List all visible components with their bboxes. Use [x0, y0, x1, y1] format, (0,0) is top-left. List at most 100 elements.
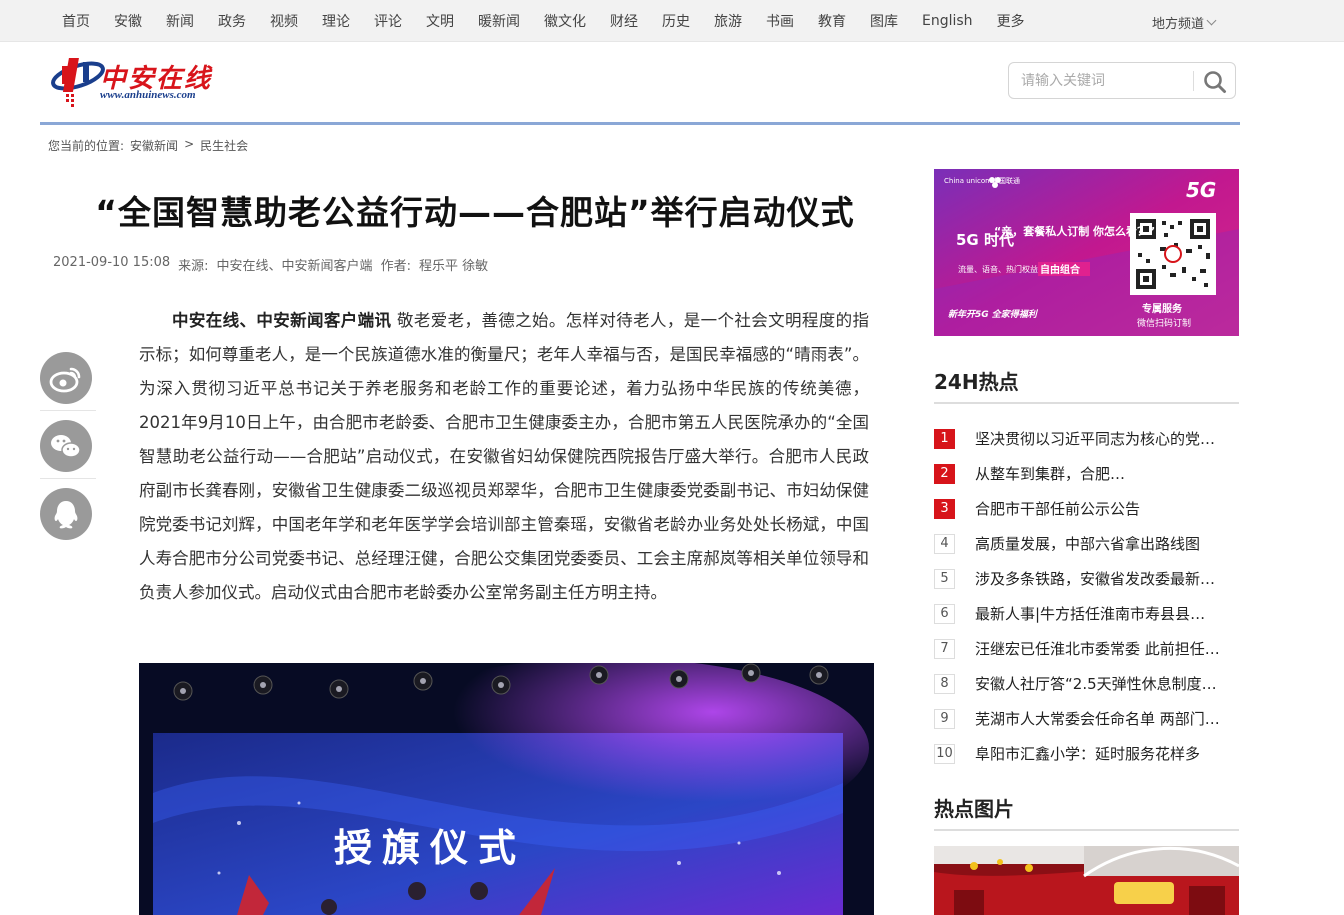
article-author: 程乐平 徐敏: [418, 259, 489, 274]
nav-item-4[interactable]: 视频: [258, 11, 310, 31]
hot24-rank-badge: 9: [934, 708, 955, 729]
hot24-item-title[interactable]: 高质量发展，中部六省拿出路线图: [975, 533, 1220, 554]
breadcrumb-anhui-news[interactable]: 安徽新闻: [130, 137, 178, 154]
article-photo: 授旗仪式: [139, 663, 874, 915]
article-meta: 2021-09-10 15:08 来源: 中安在线、中安新闻客户端 作者: 程乐…: [53, 255, 488, 274]
hot24-item-title[interactable]: 芜湖市人大常委会任命名单 两部门负责人: [975, 708, 1220, 729]
weibo-icon: [49, 367, 81, 393]
search-divider: [1193, 71, 1194, 91]
hot24-rank-badge: 6: [934, 603, 955, 624]
share-separator: [40, 410, 96, 411]
hot24-list: 1 坚决贯彻以习近平同志为核心的党中央决策部署 2 从整车到集群，合肥… 3 合肥市干部任…: [934, 421, 1239, 771]
nav-item-13[interactable]: 书画: [754, 11, 806, 31]
hot24-item-title[interactable]: 从整车到集群，合肥…: [975, 463, 1220, 484]
hot24-item[interactable]: 7 汪继宏已任淮北市委常委 此前担任职务: [934, 631, 1239, 666]
nav-item-15[interactable]: 图库: [858, 11, 910, 31]
nav-item-2[interactable]: 新闻: [154, 11, 206, 31]
header-divider: [40, 122, 1240, 125]
ad-scan: 微信扫码订制: [1137, 317, 1191, 329]
nav-item-0[interactable]: 首页: [50, 11, 102, 31]
breadcrumb-livelihood[interactable]: 民生社会: [200, 137, 248, 154]
ad-5g-badge: 5G: [1186, 178, 1216, 202]
hot24-item-title[interactable]: 汪继宏已任淮北市委常委 此前担任职务: [975, 638, 1220, 659]
hot24-item[interactable]: 5 涉及多条铁路，安徽省发改委最新回复: [934, 561, 1239, 596]
hot24-rule: [934, 402, 1239, 404]
nav-item-3[interactable]: 政务: [206, 11, 258, 31]
article-body: 中安在线、中安新闻客户端讯 敬老爱老，善德之始。怎样对待老人，是一个社会文明程度…: [139, 304, 869, 610]
photo-banner-text: 授旗仪式: [334, 826, 526, 870]
hot24-rank-badge: 7: [934, 638, 955, 659]
ad-headline: “亲，套餐私人订制 你怎么看？”: [994, 224, 1155, 238]
article-title: “全国智慧助老公益行动——合肥站”举行启动仪式: [95, 193, 855, 232]
hot24-rank-badge: 8: [934, 673, 955, 694]
search-box: [1008, 62, 1236, 99]
search-icon[interactable]: [1203, 70, 1227, 94]
qq-share-button[interactable]: [40, 488, 92, 540]
hot24-item[interactable]: 8 安徽人社厅答“2.5天弹性休息制度”问题: [934, 666, 1239, 701]
hot24-rank-badge: 10: [934, 743, 955, 764]
nav-item-7[interactable]: 文明: [414, 11, 466, 31]
hot24-title: 24H热点: [934, 370, 1019, 394]
hotpic-image-icon: [934, 846, 1239, 915]
hot24-rank-badge: 3: [934, 498, 955, 519]
qq-icon: [54, 501, 78, 529]
ceremony-photo-icon: 授旗仪式: [139, 663, 874, 915]
hotpic-thumbnail[interactable]: [934, 846, 1239, 915]
nav-item-5[interactable]: 理论: [310, 11, 362, 31]
article-source: 中安在线、中安新闻客户端: [216, 259, 373, 274]
hot24-item[interactable]: 9 芜湖市人大常委会任命名单 两部门负责人: [934, 701, 1239, 736]
wechat-share-button[interactable]: [40, 420, 92, 472]
ad-tags: 流量、语音、热门权益: [958, 264, 1038, 274]
hot24-item-title[interactable]: 最新人事|牛方括任淮南市寿县县委书记: [975, 603, 1220, 624]
ad-tag-highlight: 自由组合: [1040, 263, 1081, 276]
nav-item-17[interactable]: 更多: [985, 11, 1037, 31]
logo-url[interactable]: www.anhuinews.com: [100, 89, 196, 101]
hotpic-rule: [934, 829, 1239, 831]
nav-item-11[interactable]: 历史: [650, 11, 702, 31]
hot24-item[interactable]: 2 从整车到集群，合肥…: [934, 456, 1239, 491]
article-paragraph: 敬老爱老，善德之始。怎样对待老人，是一个社会文明程度的指示标；如何尊重老人，是一…: [139, 311, 870, 602]
ad-slogan: 新年开5G 全家得福利: [948, 309, 1039, 320]
ad-service: 专属服务: [1142, 302, 1183, 315]
hot24-rank-badge: 2: [934, 463, 955, 484]
nav-item-10[interactable]: 财经: [598, 11, 650, 31]
nav-item-9[interactable]: 徽文化: [532, 11, 598, 31]
nav-item-1[interactable]: 安徽: [102, 11, 154, 31]
nav-item-6[interactable]: 评论: [362, 11, 414, 31]
share-separator: [40, 478, 96, 479]
hot24-item-title[interactable]: 阜阳市汇鑫小学：延时服务花样多: [975, 743, 1220, 764]
unicom-ad-icon: China unicom中国联通 5G 5G 时代 “亲，套餐私人订制 你怎么看…: [934, 169, 1239, 336]
hot24-item[interactable]: 1 坚决贯彻以习近平同志为核心的党中央决策部署: [934, 421, 1239, 456]
weibo-share-button[interactable]: [40, 352, 92, 404]
hot24-item[interactable]: 6 最新人事|牛方括任淮南市寿县县委书记: [934, 596, 1239, 631]
top-nav: 首页 安徽 新闻 政务 视频 理论 评论 文明 暖新闻 徽文化 财经 历史 旅游 书画 教育 图库 Englis…: [0, 0, 1344, 42]
search-input[interactable]: [1021, 71, 1191, 91]
hot24-item[interactable]: 4 高质量发展，中部六省拿出路线图: [934, 526, 1239, 561]
nav-item-8[interactable]: 暖新闻: [466, 11, 532, 31]
regional-channel-label: 地方频道: [1152, 17, 1205, 32]
hot24-item[interactable]: 10 阜阳市汇鑫小学：延时服务花样多: [934, 736, 1239, 771]
hot24-rank-badge: 5: [934, 568, 955, 589]
article-lead: 中安在线、中安新闻客户端讯: [172, 311, 392, 330]
hot24-item-title[interactable]: 坚决贯彻以习近平同志为核心的党中央决策部署: [975, 428, 1220, 449]
nav-item-16[interactable]: English: [910, 13, 985, 29]
article-date: 2021-09-10 15:08: [53, 255, 171, 270]
hot24-item[interactable]: 3 合肥市干部任前公示公告: [934, 491, 1239, 526]
breadcrumb-prefix: 您当前的位置:: [48, 139, 125, 153]
nav-list: 首页 安徽 新闻 政务 视频 理论 评论 文明 暖新闻 徽文化 财经 历史 旅游 书画 教育 图库 Englis…: [50, 0, 1037, 42]
hotpic-title: 热点图片: [934, 797, 1014, 821]
nav-item-12[interactable]: 旅游: [702, 11, 754, 31]
hot24-rank-badge: 1: [934, 428, 955, 449]
hot24-item-title[interactable]: 涉及多条铁路，安徽省发改委最新回复: [975, 568, 1220, 589]
chevron-down-icon: [1206, 15, 1217, 25]
wechat-icon: [51, 435, 81, 458]
breadcrumb: 您当前的位置: 安徽新闻 > 民生社会: [48, 137, 248, 154]
regional-channel-dropdown[interactable]: 地方频道: [1152, 13, 1217, 32]
hot24-rank-badge: 4: [934, 533, 955, 554]
hot24-item-title[interactable]: 安徽人社厅答“2.5天弹性休息制度”问题: [975, 673, 1220, 694]
article-author-label: 作者:: [380, 259, 411, 274]
unicom-ad-banner[interactable]: China unicom中国联通 5G 5G 时代 “亲，套餐私人订制 你怎么看…: [934, 169, 1239, 336]
nav-item-14[interactable]: 教育: [806, 11, 858, 31]
hot24-item-title[interactable]: 合肥市干部任前公示公告: [975, 498, 1220, 519]
ad-brand: China unicom中国联通: [944, 176, 1020, 185]
